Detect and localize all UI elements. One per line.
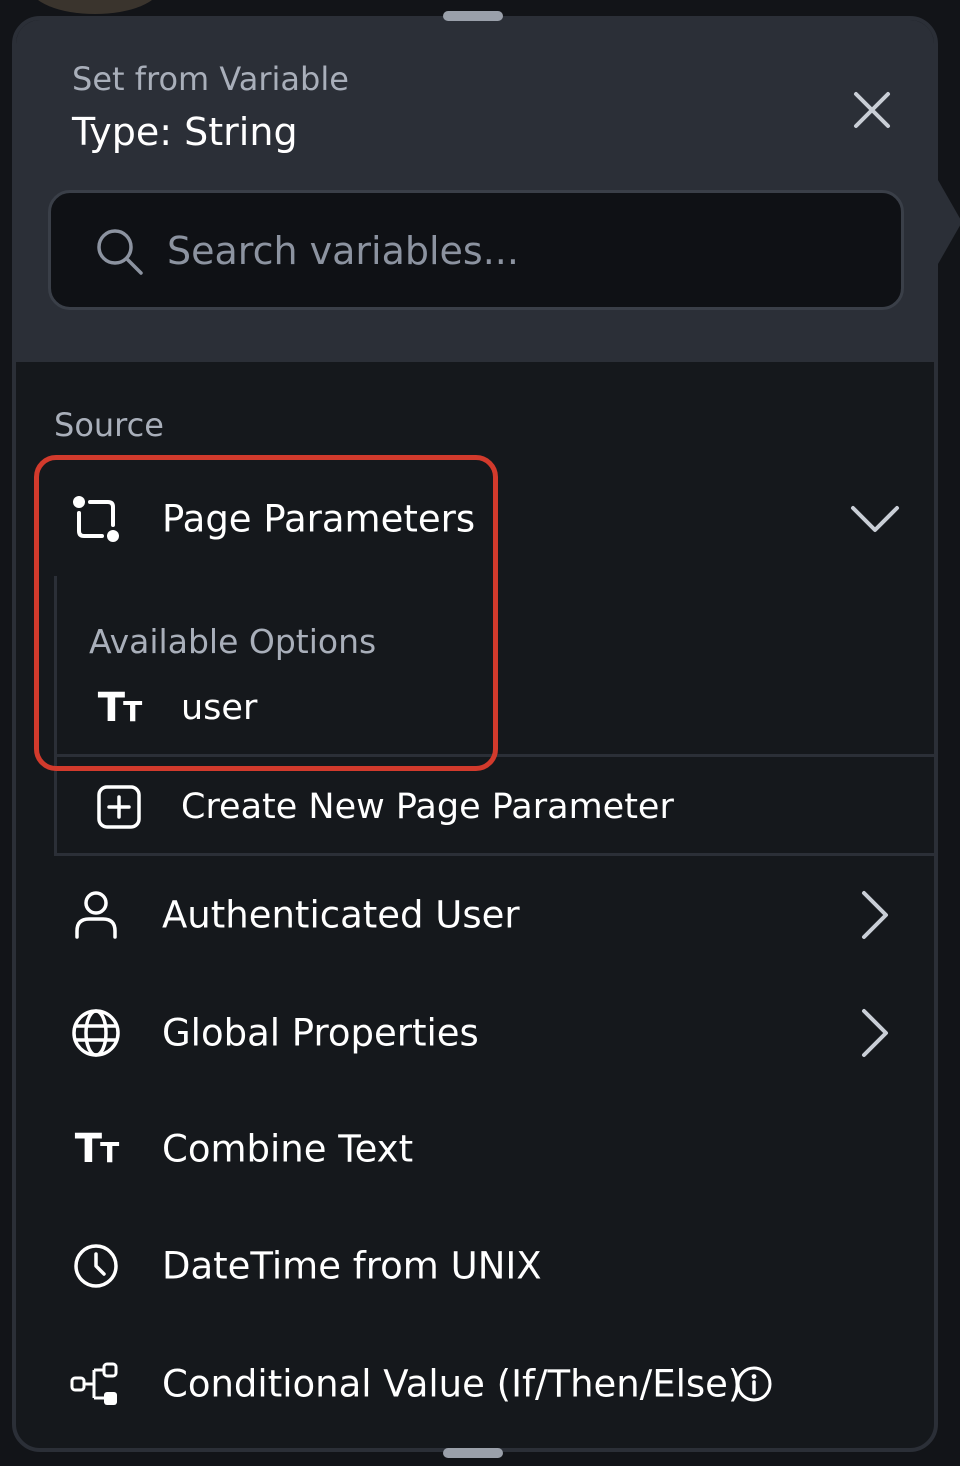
- set-from-variable-panel: Set from Variable Type: String Source: [12, 16, 938, 1452]
- search-input[interactable]: [165, 219, 869, 283]
- page-parameters-options: Available Options TT user Create New Pag…: [54, 576, 934, 856]
- divider: [57, 754, 934, 757]
- add-square-icon: [91, 779, 147, 835]
- source-item-label: Page Parameters: [162, 497, 476, 541]
- option-label: user: [181, 688, 258, 728]
- source-item-page-parameters[interactable]: Page Parameters: [16, 464, 934, 574]
- globe-icon: [68, 1005, 124, 1061]
- panel-subtitle: Set from Variable: [72, 60, 349, 98]
- search-field[interactable]: [48, 190, 904, 310]
- info-icon[interactable]: [734, 1364, 774, 1404]
- available-options-heading: Available Options: [89, 622, 377, 661]
- text-type-icon: TT: [74, 1126, 119, 1172]
- source-item-label: Combine Text: [162, 1127, 414, 1171]
- page-parameters-icon: [68, 491, 124, 547]
- search-icon: [97, 229, 143, 275]
- source-item-datetime-from-unix[interactable]: DateTime from UNIX: [16, 1211, 934, 1321]
- drag-handle-bottom[interactable]: [443, 1448, 503, 1458]
- source-item-label: DateTime from UNIX: [162, 1244, 542, 1288]
- chevron-right-icon[interactable]: [850, 890, 900, 940]
- source-item-label: Global Properties: [162, 1011, 479, 1055]
- user-icon: [68, 887, 124, 943]
- divider: [57, 853, 934, 856]
- source-item-conditional-value[interactable]: Conditional Value (If/Then/Else): [16, 1329, 934, 1439]
- panel-title: Type: String: [72, 110, 298, 154]
- chevron-right-icon[interactable]: [850, 1008, 900, 1058]
- chevron-down-icon[interactable]: [850, 494, 900, 544]
- close-button[interactable]: [844, 82, 900, 138]
- source-item-label: Authenticated User: [162, 893, 520, 937]
- avatar: [30, 0, 160, 14]
- clock-icon: [68, 1238, 124, 1294]
- panel-pointer: [938, 180, 960, 264]
- source-item-global-properties[interactable]: Global Properties: [16, 978, 934, 1088]
- source-item-combine-text[interactable]: TT Combine Text: [16, 1094, 934, 1204]
- close-icon: [854, 92, 890, 128]
- text-type-icon: TT: [97, 685, 142, 731]
- drag-handle-top[interactable]: [443, 11, 503, 21]
- create-page-parameter-button[interactable]: Create New Page Parameter: [57, 759, 934, 855]
- source-label: Source: [54, 406, 164, 444]
- conditional-icon: [68, 1356, 124, 1412]
- panel-header: Set from Variable Type: String: [16, 20, 934, 362]
- source-item-label: Conditional Value (If/Then/Else): [162, 1362, 743, 1406]
- source-item-authenticated-user[interactable]: Authenticated User: [16, 860, 934, 970]
- create-page-parameter-label: Create New Page Parameter: [181, 787, 674, 827]
- option-item-user[interactable]: TT user: [57, 660, 934, 756]
